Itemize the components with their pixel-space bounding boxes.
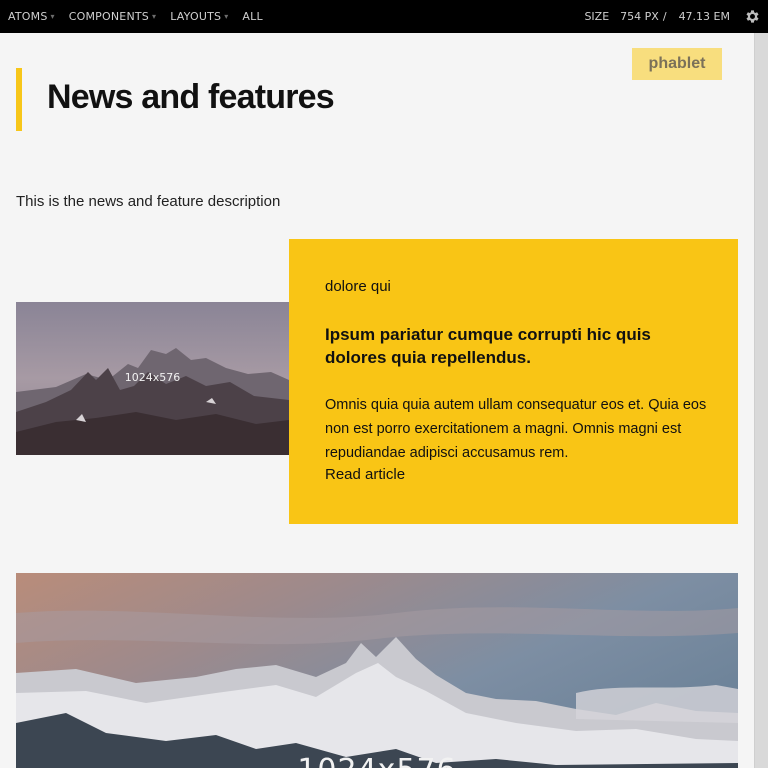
chevron-down-icon: ▾ (151, 12, 157, 21)
snowy-mountain-photo (16, 573, 738, 768)
feature-image[interactable]: 1024x576 (16, 302, 289, 455)
nav-all-label: ALL (242, 10, 263, 23)
size-px-value[interactable]: 754 PX (620, 10, 659, 23)
nav-components-label: COMPONENTS (68, 10, 149, 23)
image-size-label: 1024x576 (124, 371, 181, 384)
chevron-down-icon: ▾ (224, 12, 229, 21)
title-accent-bar (16, 68, 22, 131)
card-kicker: dolore qui (325, 278, 391, 295)
card-body-text: Omnis quia quia autem ullam consequatur … (325, 397, 707, 461)
size-label: SIZE (584, 10, 610, 23)
size-separator: / (662, 10, 667, 23)
page-title: News and features (47, 78, 335, 116)
nav-layouts-label: LAYOUTS (170, 10, 222, 23)
size-em-value[interactable]: 47.13 EM (679, 10, 730, 23)
nav-layouts[interactable]: LAYOUTS ▾ (170, 10, 228, 23)
viewport-badge: phablet (632, 48, 722, 80)
page-description: This is the news and feature description (16, 193, 281, 210)
nav-components[interactable]: COMPONENTS ▾ (69, 10, 156, 23)
feature-card: dolore qui Ipsum pariatur cumque corrupt… (289, 239, 738, 524)
nav-all[interactable]: ALL (242, 10, 262, 23)
hero-image[interactable]: 1024x576 (16, 573, 738, 768)
vertical-scrollbar[interactable] (754, 33, 768, 768)
chevron-down-icon: ▾ (50, 12, 55, 21)
image-size-label: 1024x576 (16, 753, 738, 768)
card-headline: Ipsum pariatur cumque corrupti hic quis … (325, 325, 651, 367)
pattern-lab-toolbar: ATOMS ▾ COMPONENTS ▾ LAYOUTS ▾ ALL SIZE … (0, 0, 768, 33)
nav-atoms-label: ATOMS (8, 10, 48, 23)
toolbar-nav: ATOMS ▾ COMPONENTS ▾ LAYOUTS ▾ ALL (8, 0, 277, 33)
gear-icon[interactable] (744, 8, 761, 25)
viewport-size-readout: SIZE 754 PX / 47.13 EM (584, 0, 730, 33)
nav-atoms[interactable]: ATOMS ▾ (8, 10, 55, 23)
read-article-link[interactable]: Read article (325, 466, 405, 483)
